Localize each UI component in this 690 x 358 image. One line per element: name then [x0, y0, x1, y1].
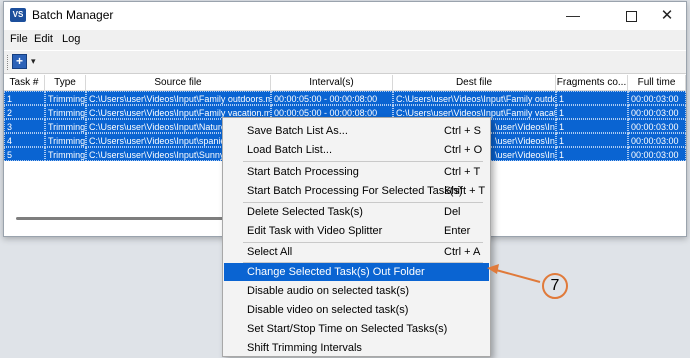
callout-overlay — [487, 264, 568, 299]
callout-arrow-head — [487, 264, 499, 274]
callout-number: 7 — [550, 277, 560, 294]
callout-arrow-line — [495, 269, 541, 283]
